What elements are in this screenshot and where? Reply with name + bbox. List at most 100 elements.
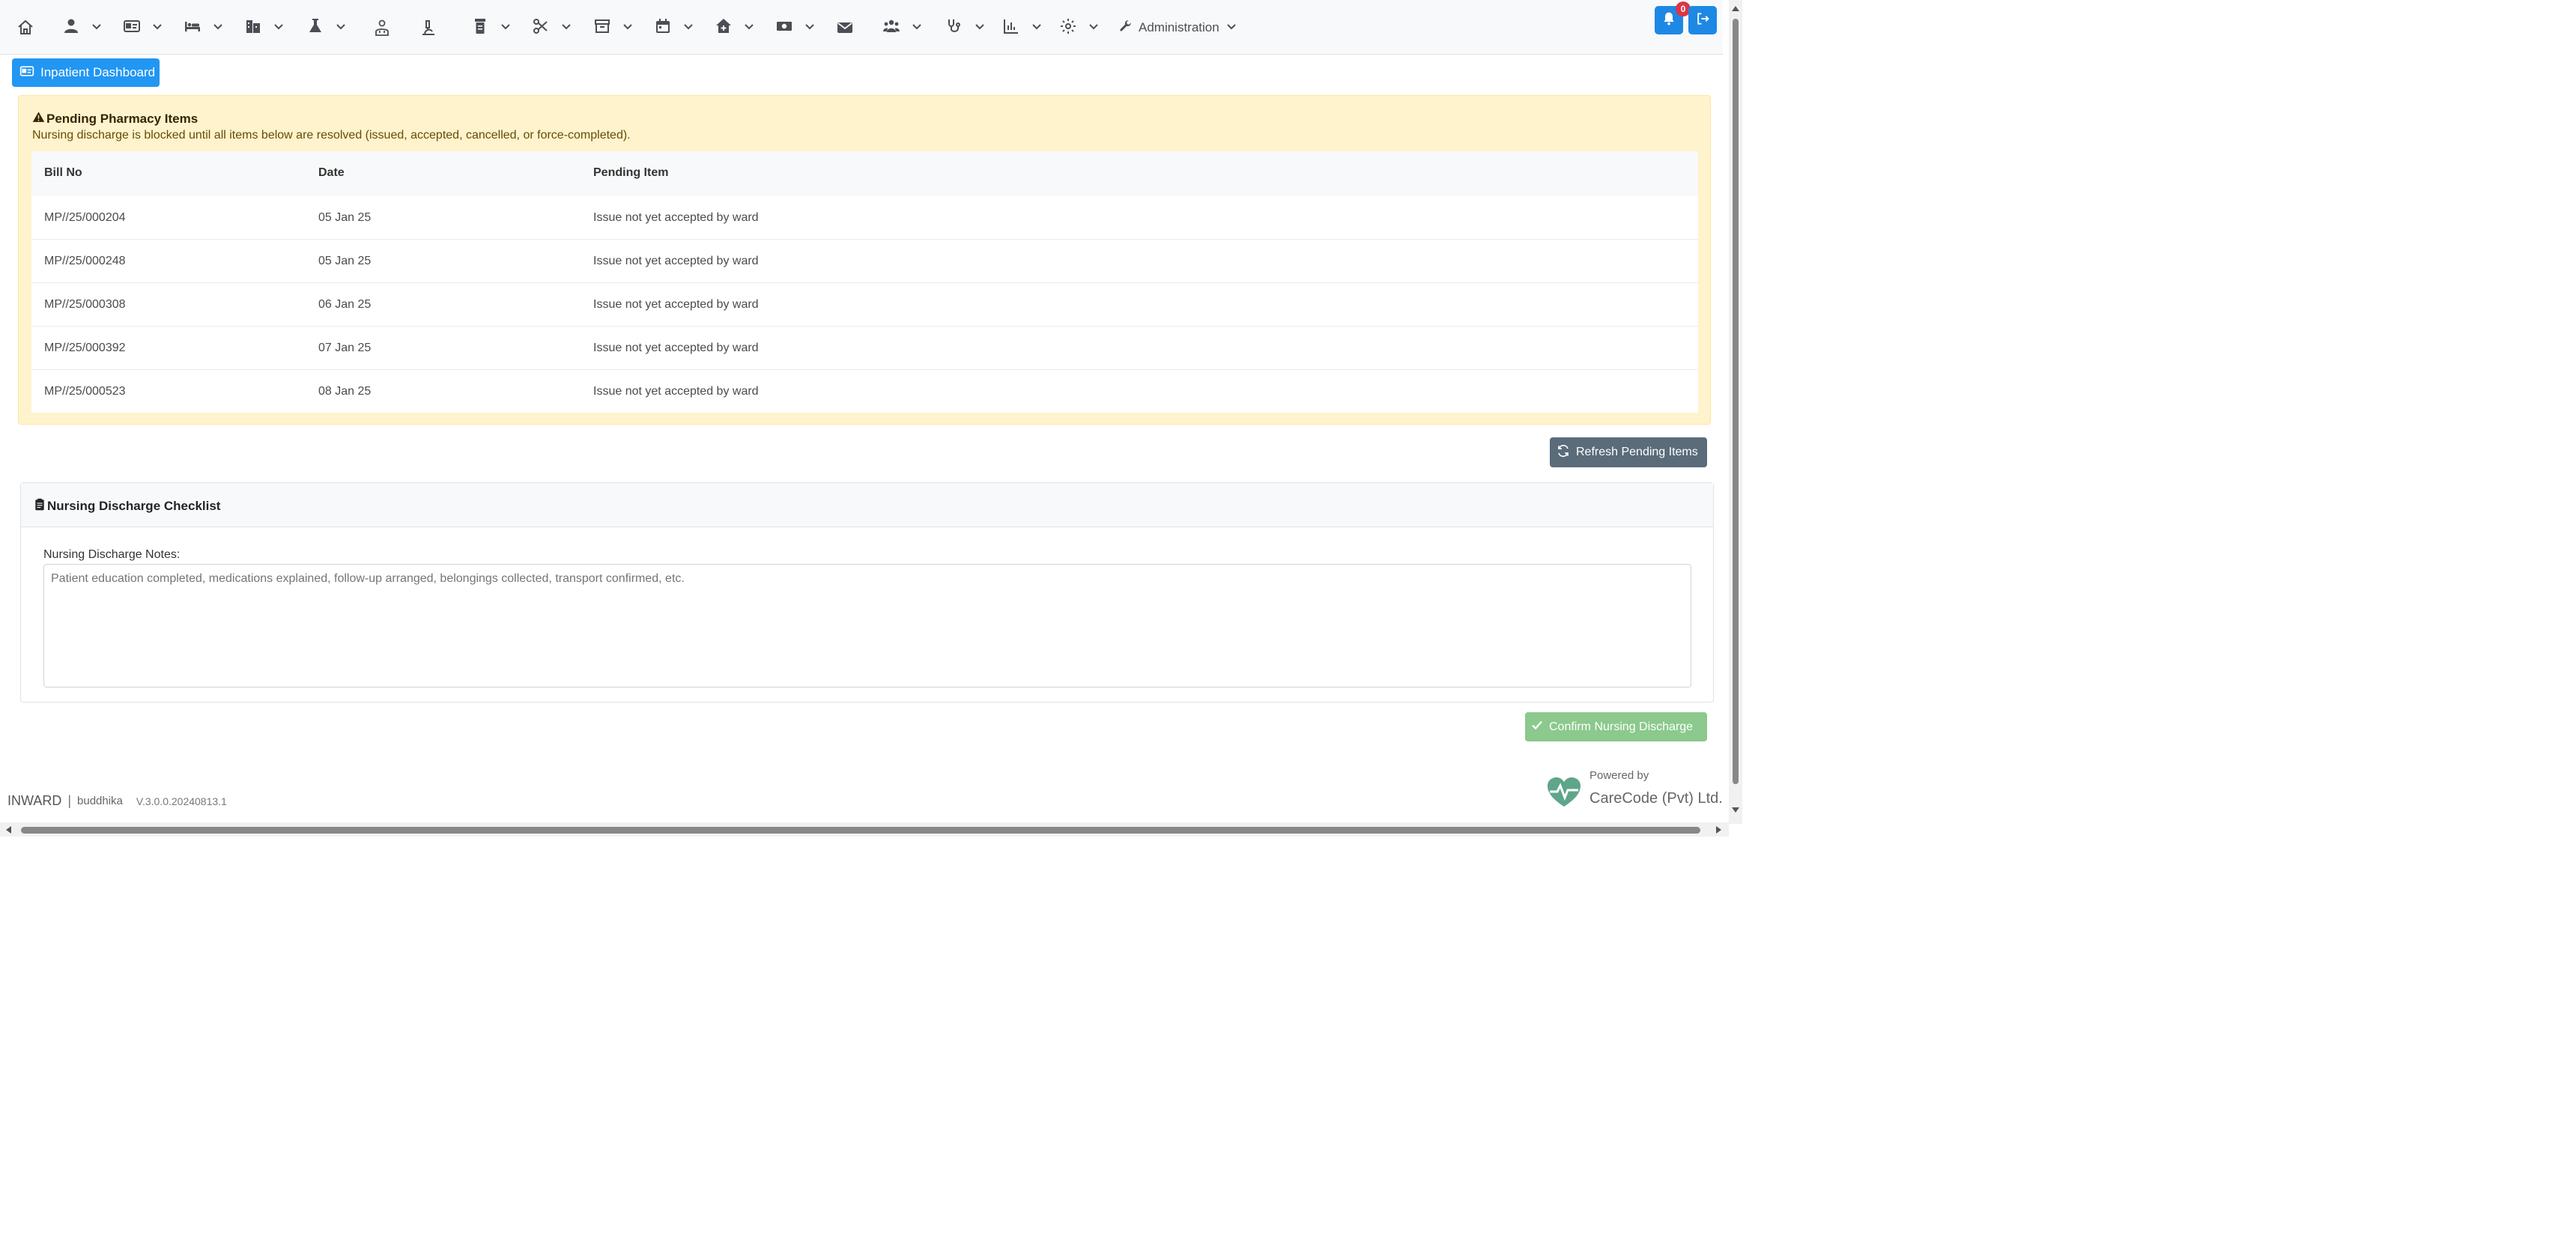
calendar-icon: [654, 17, 672, 39]
id-card-icon: [19, 64, 40, 82]
nav-menu-procedures[interactable]: [532, 16, 572, 39]
table-row: MP//25/000392 07 Jan 25 Issue not yet ac…: [31, 327, 1698, 370]
chevron-down-icon: [1225, 20, 1237, 36]
notifications-button[interactable]: 0: [1655, 1, 1691, 34]
chevron-down-icon: [500, 20, 512, 36]
table-row: MP//25/000523 08 Jan 25 Issue not yet ac…: [31, 370, 1698, 413]
store-icon: [593, 17, 611, 39]
nav-menu-appointments[interactable]: [654, 16, 694, 39]
pending-item-cell: Issue not yet accepted by ward: [593, 298, 759, 311]
card-header: Nursing Discharge Checklist: [21, 483, 1713, 527]
administration-label: Administration: [1139, 20, 1219, 34]
nav-menu-settings[interactable]: [1059, 16, 1100, 39]
stethoscope-icon: [945, 17, 963, 39]
id-card-icon: [123, 17, 141, 39]
chevron-down-icon: [273, 20, 285, 36]
column-header-bill-no: Bill No: [44, 166, 82, 179]
nav-menu-patient[interactable]: [62, 16, 103, 39]
chevron-down-icon: [151, 20, 163, 36]
alert-title: Pending Pharmacy Items: [32, 111, 198, 127]
card-title-text: Nursing Discharge Checklist: [47, 499, 221, 513]
confirm-nursing-discharge-label: Confirm Nursing Discharge: [1549, 720, 1694, 733]
warning-triangle-icon: [32, 111, 46, 127]
chevron-down-icon: [911, 20, 923, 36]
pending-pharmacy-alert: Pending Pharmacy Items Nursing discharge…: [18, 95, 1711, 425]
pending-item-cell: Issue not yet accepted by ward: [593, 255, 759, 267]
refresh-pending-items-button[interactable]: Refresh Pending Items: [1550, 437, 1707, 467]
nav-menu-pharmacy[interactable]: [471, 16, 512, 39]
nav-menu-lab[interactable]: [306, 16, 347, 39]
scroll-down-arrow-icon[interactable]: [1732, 807, 1739, 813]
building-icon: [244, 17, 262, 39]
pending-item-cell: Issue not yet accepted by ward: [593, 385, 759, 398]
doctor-icon[interactable]: [373, 16, 391, 39]
nav-menu-doctors[interactable]: [945, 16, 986, 39]
nav-menu-registration[interactable]: [123, 16, 163, 39]
bill-no-cell: MP//25/000204: [44, 211, 126, 224]
column-header-pending-item: Pending Item: [593, 166, 669, 179]
nursing-discharge-notes-field[interactable]: [43, 564, 1691, 688]
gear-icon: [1059, 17, 1077, 39]
bed-icon: [184, 17, 201, 39]
nursing-discharge-checklist-card: Nursing Discharge Checklist Nursing Disc…: [20, 482, 1714, 703]
check-icon: [1531, 719, 1549, 735]
confirm-nursing-discharge-button[interactable]: Confirm Nursing Discharge: [1525, 712, 1707, 741]
date-cell: 07 Jan 25: [318, 342, 372, 354]
pending-item-cell: Issue not yet accepted by ward: [593, 342, 759, 354]
app-window: Administration 0 Inpatient Dashboard Pen…: [0, 0, 1742, 837]
app-version: V.3.0.0.20240813.1: [136, 795, 227, 807]
chevron-down-icon: [1031, 20, 1043, 36]
chevron-down-icon: [1088, 20, 1100, 36]
powered-by-label: Powered by: [1589, 769, 1649, 782]
wrench-icon: [1119, 19, 1133, 37]
chevron-down-icon: [335, 20, 347, 36]
vertical-scroll-thumb[interactable]: [1733, 19, 1739, 784]
scissors-icon: [532, 17, 550, 39]
users-icon: [882, 17, 900, 39]
bell-icon: [1661, 11, 1676, 30]
logout-button[interactable]: [1688, 6, 1717, 34]
nav-menu-reports[interactable]: [1002, 16, 1043, 39]
scroll-right-arrow-icon[interactable]: [1716, 826, 1721, 834]
envelope-icon[interactable]: [836, 16, 854, 39]
vertical-scrollbar[interactable]: [1729, 0, 1742, 824]
footer-info: INWARD | buddhika V.3.0.0.20240813.1: [7, 793, 227, 809]
flask-icon: [306, 17, 324, 39]
table-row: MP//25/000308 06 Jan 25 Issue not yet ac…: [31, 283, 1698, 327]
nav-menu-inward[interactable]: [184, 16, 224, 39]
nav-menu-administration[interactable]: Administration: [1119, 16, 1237, 39]
table-row: MP//25/000204 05 Jan 25 Issue not yet ac…: [31, 196, 1698, 240]
alert-subtitle: Nursing discharge is blocked until all i…: [32, 129, 631, 142]
bill-no-cell: MP//25/000523: [44, 385, 126, 398]
pending-item-cell: Issue not yet accepted by ward: [593, 211, 759, 224]
refresh-pending-items-label: Refresh Pending Items: [1576, 446, 1698, 458]
notes-label: Nursing Discharge Notes:: [43, 548, 181, 561]
home-icon[interactable]: [16, 16, 34, 39]
chart-icon: [1002, 17, 1020, 39]
top-navbar: Administration 0: [0, 0, 1723, 55]
nav-menu-store[interactable]: [593, 16, 634, 39]
microscope-icon[interactable]: [419, 16, 437, 39]
table-header: Bill No Date Pending Item: [31, 151, 1698, 197]
scroll-up-arrow-icon[interactable]: [1732, 6, 1739, 11]
chevron-down-icon: [974, 20, 986, 36]
chevron-down-icon: [622, 20, 634, 36]
table-row: MP//25/000248 05 Jan 25 Issue not yet ac…: [31, 240, 1698, 283]
money-icon: [775, 17, 793, 39]
chevron-down-icon: [91, 20, 103, 36]
nav-menu-cashier[interactable]: [775, 16, 816, 39]
sign-out-icon: [1695, 11, 1710, 30]
inpatient-dashboard-button[interactable]: Inpatient Dashboard: [12, 58, 160, 87]
chevron-down-icon: [560, 20, 572, 36]
clinic-icon: [715, 17, 733, 39]
chevron-down-icon: [804, 20, 816, 36]
refresh-icon: [1557, 444, 1576, 461]
date-cell: 05 Jan 25: [318, 211, 372, 224]
horizontal-scrollbar[interactable]: [0, 822, 1729, 837]
inpatient-dashboard-label: Inpatient Dashboard: [40, 65, 156, 79]
nav-menu-hr[interactable]: [882, 16, 923, 39]
scroll-left-arrow-icon[interactable]: [6, 826, 11, 834]
horizontal-scroll-thumb[interactable]: [21, 827, 1700, 834]
nav-menu-theatre[interactable]: [244, 16, 285, 39]
nav-menu-clinic[interactable]: [715, 16, 755, 39]
